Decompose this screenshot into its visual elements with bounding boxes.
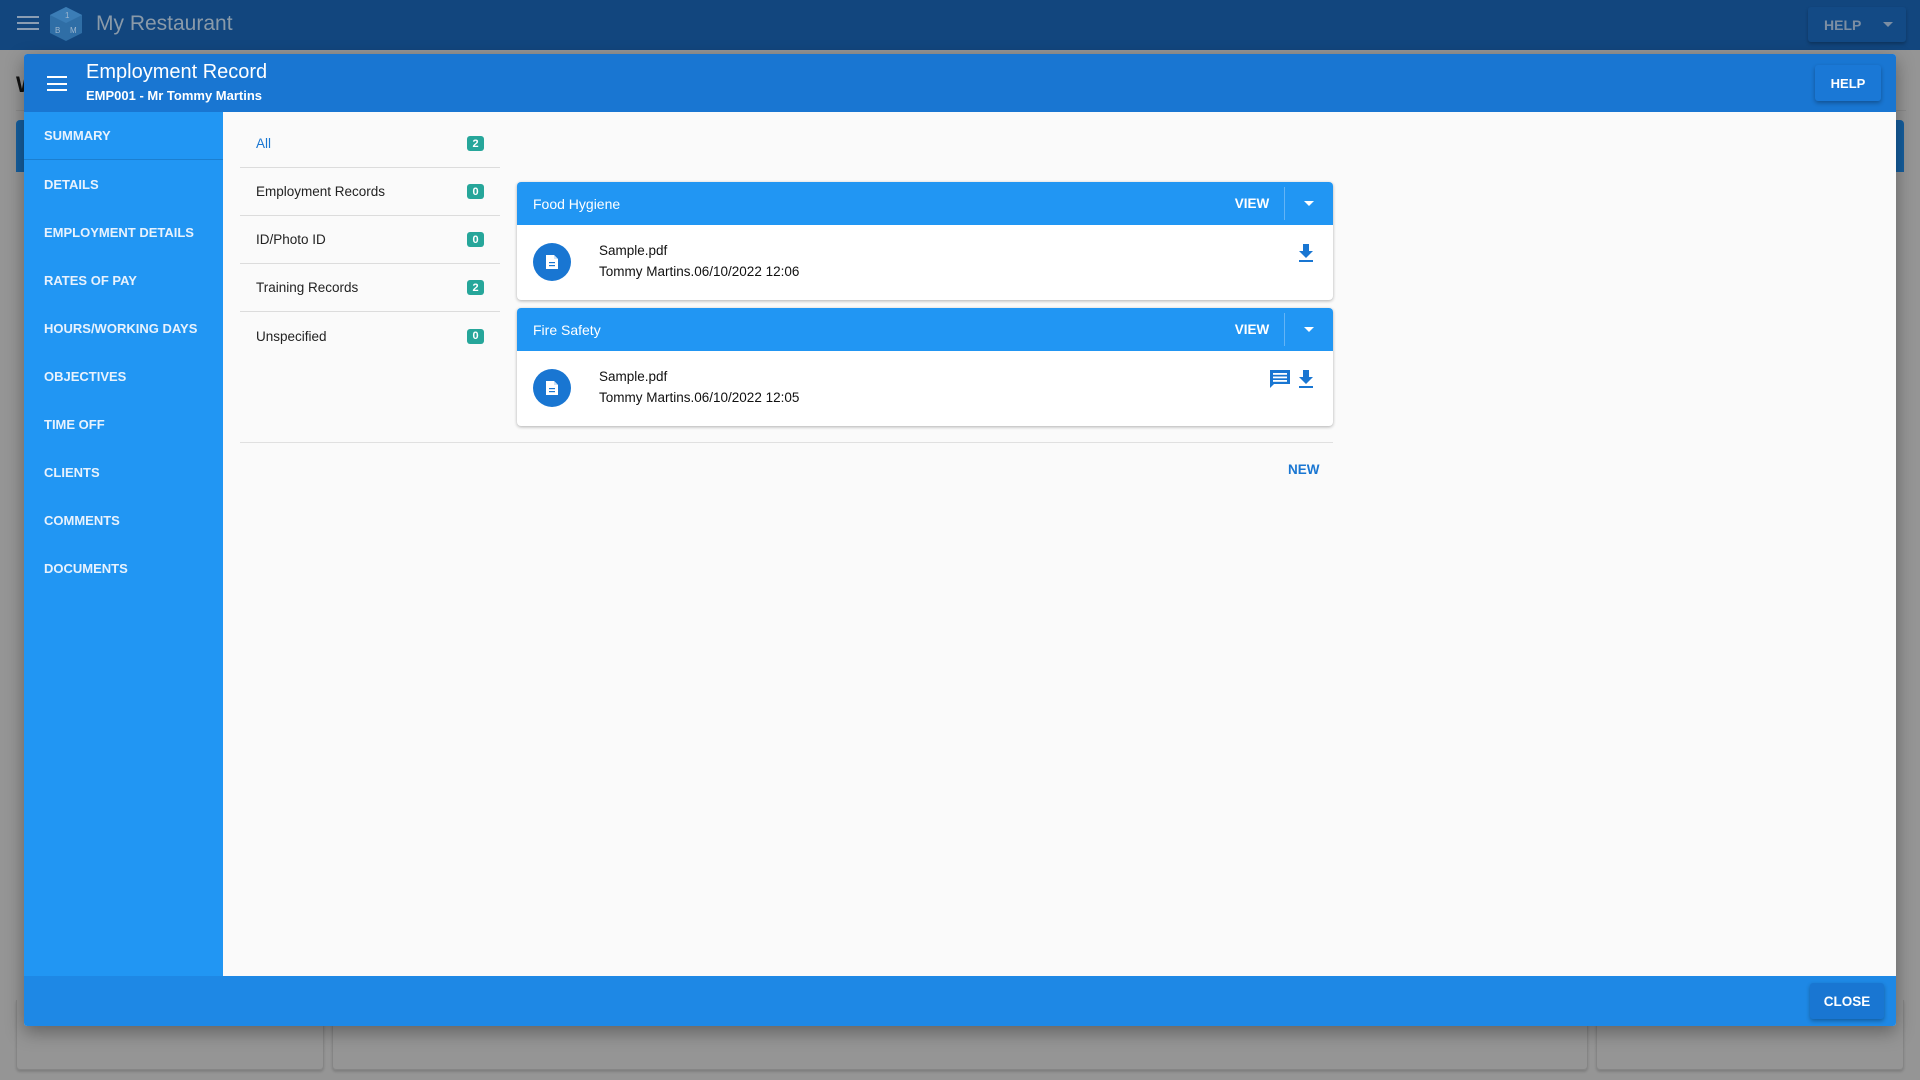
file-meta: Tommy Martins.06/10/2022 12:05	[599, 390, 800, 405]
sidebar-item-time-off[interactable]: TIME OFF	[24, 400, 223, 448]
record-sidebar: SUMMARY DETAILS EMPLOYMENT DETAILS RATES…	[24, 112, 225, 976]
document-actions	[1297, 243, 1315, 268]
file-name-link[interactable]: Sample.pdf	[599, 369, 667, 384]
file-meta: Tommy Martins.06/10/2022 12:06	[599, 264, 800, 279]
count-badge: 0	[467, 184, 484, 199]
sidebar-item-documents[interactable]: DOCUMENTS	[24, 544, 225, 592]
sidebar-item-hours-working-days[interactable]: HOURS/WORKING DAYS	[24, 304, 223, 352]
sidebar-item-comments[interactable]: COMMENTS	[24, 496, 223, 544]
chevron-down-icon	[1304, 201, 1314, 206]
sidebar-item-clients[interactable]: CLIENTS	[24, 448, 223, 496]
document-card-header: Fire Safety VIEW	[517, 308, 1333, 351]
file-document-icon	[533, 369, 571, 407]
category-label: ID/Photo ID	[256, 232, 326, 247]
svg-text:M: M	[70, 26, 77, 35]
background-tab	[1896, 120, 1904, 172]
category-label: Unspecified	[256, 328, 327, 344]
document-options-dropdown[interactable]	[1285, 308, 1333, 351]
app-help-menu-button[interactable]: HELP	[1808, 7, 1906, 42]
chevron-down-icon	[1304, 327, 1314, 332]
view-button[interactable]: VIEW	[1219, 308, 1285, 351]
document-cards: Food Hygiene VIEW Sample.pdf Tommy Marti…	[517, 182, 1333, 434]
document-title: Fire Safety	[533, 321, 601, 338]
app-logo-icon: 1 B M	[50, 7, 82, 41]
close-button[interactable]: CLOSE	[1810, 983, 1884, 1019]
documents-panel: All 2 Employment Records 0 ID/Photo ID 0…	[223, 112, 1896, 976]
chevron-down-icon	[1883, 22, 1894, 27]
document-card: Food Hygiene VIEW Sample.pdf Tommy Marti…	[517, 182, 1333, 300]
new-document-button[interactable]: NEW	[1280, 456, 1328, 483]
category-unspecified[interactable]: Unspecified 0	[240, 312, 500, 360]
category-label: Training Records	[256, 280, 359, 295]
count-badge: 2	[467, 136, 484, 151]
category-label: Employment Records	[256, 184, 386, 199]
category-employment-records[interactable]: Employment Records 0	[240, 168, 500, 216]
sidebar-item-rates-of-pay[interactable]: RATES OF PAY	[24, 256, 223, 304]
dialog-header: Employment Record EMP001 - Mr Tommy Mart…	[24, 54, 1896, 112]
sidebar-item-details[interactable]: DETAILS	[24, 160, 223, 208]
count-badge: 0	[467, 328, 484, 344]
category-id-photo-id[interactable]: ID/Photo ID 0	[240, 216, 500, 264]
sidebar-item-summary[interactable]: SUMMARY	[24, 112, 223, 160]
download-icon[interactable]	[1297, 369, 1315, 394]
svg-text:B: B	[55, 26, 60, 35]
section-divider	[240, 442, 1333, 443]
category-label: All	[256, 136, 272, 151]
category-all[interactable]: All 2	[240, 120, 500, 168]
svg-text:1: 1	[65, 11, 70, 20]
dialog-menu-icon[interactable]	[47, 76, 67, 91]
dialog-title: Employment Record	[86, 61, 268, 83]
file-name-link[interactable]: Sample.pdf	[599, 243, 667, 258]
app-menu-icon[interactable]	[17, 14, 39, 32]
document-card-body: Sample.pdf Tommy Martins.06/10/2022 12:0…	[517, 225, 1333, 300]
document-card: Fire Safety VIEW Sample.pdf Tommy Martin…	[517, 308, 1333, 426]
file-document-icon	[533, 243, 571, 281]
document-title: Food Hygiene	[533, 195, 621, 212]
app-title: My Restaurant	[96, 12, 233, 35]
document-card-header: Food Hygiene VIEW	[517, 182, 1333, 225]
view-button[interactable]: VIEW	[1219, 182, 1285, 225]
sidebar-item-objectives[interactable]: OBJECTIVES	[24, 352, 223, 400]
dialog-subtitle: EMP001 - Mr Tommy Martins	[86, 88, 263, 103]
app-help-label: HELP	[1824, 16, 1862, 33]
dialog-footer: CLOSE	[24, 976, 1896, 1026]
app-bar: 1 B M My Restaurant HELP	[0, 0, 1920, 50]
comment-icon[interactable]	[1269, 369, 1291, 394]
employment-record-dialog: Employment Record EMP001 - Mr Tommy Mart…	[24, 54, 1896, 1026]
document-options-dropdown[interactable]	[1285, 182, 1333, 225]
count-badge: 0	[467, 232, 484, 247]
document-category-list: All 2 Employment Records 0 ID/Photo ID 0…	[240, 120, 500, 360]
download-icon[interactable]	[1297, 243, 1315, 268]
help-button[interactable]: HELP	[1815, 65, 1881, 101]
document-actions	[1269, 369, 1315, 394]
document-card-body: Sample.pdf Tommy Martins.06/10/2022 12:0…	[517, 351, 1333, 426]
sidebar-item-employment-details[interactable]: EMPLOYMENT DETAILS	[24, 208, 223, 256]
count-badge: 2	[467, 280, 484, 295]
category-training-records[interactable]: Training Records 2	[240, 264, 500, 312]
